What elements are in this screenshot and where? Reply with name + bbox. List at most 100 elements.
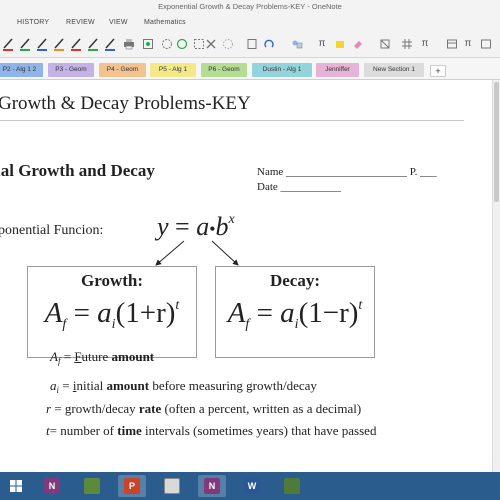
taskbar: N P N W: [0, 472, 500, 500]
tab-review[interactable]: REVIEW: [66, 19, 95, 26]
vertical-scrollbar[interactable]: [492, 80, 500, 472]
shapes-icon[interactable]: [193, 38, 205, 50]
pen-blue-icon[interactable]: [104, 36, 116, 51]
taskbar-word[interactable]: W: [238, 475, 266, 497]
name-label: Name: [257, 166, 284, 178]
page-icon[interactable]: [142, 38, 154, 50]
scrollbar-thumb[interactable]: [494, 82, 499, 202]
def-ai-rest: nitial: [76, 378, 107, 393]
date-label: Date: [257, 181, 278, 193]
growth-a: a: [97, 297, 112, 329]
table-icon[interactable]: [480, 38, 492, 50]
pen-blue-icon[interactable]: [36, 36, 48, 51]
insert-space-icon[interactable]: [222, 38, 234, 50]
date-blank: ___________: [280, 181, 342, 193]
decay-formula: Af = ai(1−r)t: [216, 297, 374, 333]
decay-A: A: [227, 297, 246, 329]
table-icon[interactable]: [446, 38, 458, 50]
definition-rate: r = growth/decay rate (often a percent, …: [46, 401, 361, 417]
shapes-icon[interactable]: [379, 38, 391, 50]
pen-red-icon[interactable]: [70, 36, 82, 51]
decay-title: Decay:: [269, 271, 321, 290]
growth-title: Growth:: [80, 271, 143, 290]
copy-icon[interactable]: [246, 38, 258, 50]
taskbar-onenote[interactable]: N: [198, 475, 226, 497]
growth-A: A: [44, 297, 63, 329]
print-icon[interactable]: [123, 38, 135, 50]
pen-green-icon[interactable]: [87, 36, 99, 51]
section-tab-active[interactable]: New Section 1: [364, 63, 424, 77]
arrow-to-growth: [155, 240, 185, 266]
section-tab[interactable]: P2 - Alg 1 2: [0, 63, 43, 77]
def-t-eq: = number of: [49, 423, 118, 438]
def-t-tail: intervals (sometimes years) that have pa…: [141, 423, 377, 438]
lasso-icon[interactable]: [161, 38, 173, 50]
taskbar-ie[interactable]: N: [38, 475, 66, 497]
pi-icon[interactable]: π: [316, 38, 328, 50]
growth-equals: =: [66, 297, 98, 329]
section-tab[interactable]: Dustin - Alg 1: [252, 63, 312, 77]
def-af-eq: =: [60, 349, 75, 364]
growth-paren: (1+r): [115, 297, 176, 329]
formula-equals: =: [168, 212, 197, 241]
section-tabs: P2 - Alg 1 2 P3 - Geom P4 - Geom P5 - Al…: [0, 58, 500, 80]
def-t-bold: time: [117, 423, 142, 438]
definition-time: t= number of time intervals (sometimes y…: [46, 423, 376, 439]
pen-orange-icon[interactable]: [53, 36, 65, 51]
date-line: Date ___________: [257, 181, 341, 193]
section-tab[interactable]: P6 - Geom: [201, 63, 247, 77]
onenote-icon: N: [44, 478, 60, 494]
section-tab[interactable]: Jenniffer: [316, 63, 359, 77]
def-r-tail: (often a percent, written as a decimal): [161, 401, 362, 416]
section-tab[interactable]: P4 - Geom: [99, 63, 146, 77]
def-ai-eq: =: [59, 378, 73, 393]
decay-a: a: [280, 297, 295, 329]
note-page: Growth & Decay Problems-KEY ial Growth a…: [0, 80, 492, 472]
definition-initial-amount: ai = initial amount before measuring gro…: [50, 378, 317, 395]
taskbar-paint[interactable]: [158, 475, 186, 497]
taskbar-powerpoint[interactable]: P: [118, 475, 146, 497]
formula-a: a: [196, 212, 210, 241]
rotate-icon[interactable]: [263, 38, 275, 50]
page-title[interactable]: Growth & Decay Problems-KEY: [0, 93, 251, 115]
tab-history[interactable]: HISTORY: [17, 19, 49, 26]
decay-formula-box: Decay: Af = ai(1−r)t: [215, 266, 375, 358]
lasso-icon[interactable]: [176, 38, 188, 50]
onenote-icon: N: [204, 478, 220, 494]
pen-red-icon[interactable]: [2, 36, 14, 51]
windows-start-icon: [8, 478, 24, 494]
toolbar: π π π: [0, 32, 500, 58]
taskbar-minecraft[interactable]: [78, 475, 106, 497]
section-tab[interactable]: P3 - Geom: [48, 63, 94, 77]
game-app-icon: [284, 478, 300, 494]
definition-future-amount: Af = Future amount: [50, 349, 154, 366]
pen-green-icon[interactable]: [19, 36, 31, 51]
section-tab[interactable]: P5 - Alg 1: [150, 63, 196, 77]
exponential-function-label: ponential Funcion:: [0, 223, 104, 238]
minecraft-icon: [84, 478, 100, 494]
name-blank: ______________________: [286, 166, 408, 178]
pi-icon[interactable]: π: [419, 38, 431, 50]
taskbar-game[interactable]: [278, 475, 306, 497]
worksheet-heading: ial Growth and Decay: [0, 161, 155, 180]
name-line: Name ______________________ P. ___: [257, 166, 437, 178]
delete-icon[interactable]: [205, 38, 217, 50]
shapes-icon[interactable]: [291, 38, 303, 50]
word-icon: W: [244, 478, 260, 494]
growth-t: t: [175, 298, 180, 313]
def-af-rest: uture: [81, 349, 112, 364]
highlighter-icon[interactable]: [334, 38, 346, 50]
windows-start-button[interactable]: [2, 475, 30, 497]
title-bar: Exponential Growth & Decay Problems-KEY …: [0, 0, 500, 16]
pi-icon[interactable]: π: [462, 38, 474, 50]
eraser-icon[interactable]: [352, 38, 364, 50]
add-section-button[interactable]: +: [430, 65, 446, 77]
grid-icon[interactable]: [401, 38, 413, 50]
exponential-formula: y = a•bx: [157, 212, 235, 242]
formula-b: b: [215, 212, 229, 241]
powerpoint-icon: P: [124, 478, 140, 494]
decay-equals: =: [249, 297, 281, 329]
period-blank: ___: [420, 166, 437, 178]
tab-view[interactable]: VIEW: [109, 19, 128, 26]
tab-mathematics[interactable]: Mathematics: [144, 19, 186, 26]
